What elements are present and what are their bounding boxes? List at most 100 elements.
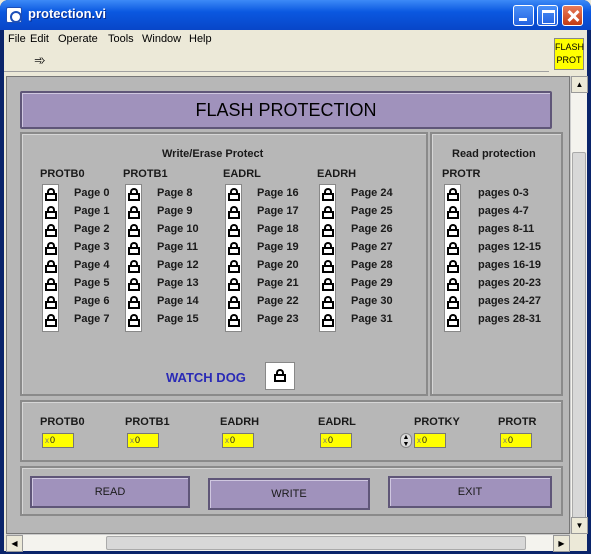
window: protection.vi File Edit Operate Tools Wi… bbox=[0, 0, 591, 554]
lock-icon[interactable] bbox=[322, 242, 334, 255]
close-button[interactable] bbox=[562, 5, 583, 26]
lock-icon[interactable] bbox=[128, 224, 140, 237]
lock-icon[interactable] bbox=[322, 314, 334, 327]
lock-icon[interactable] bbox=[128, 242, 140, 255]
scroll-down-icon[interactable]: ▼ bbox=[571, 517, 588, 534]
read-page-label: pages 4-7 bbox=[478, 205, 529, 217]
register-field-protr[interactable]: x0 bbox=[500, 433, 532, 448]
vertical-scroll-thumb[interactable] bbox=[572, 152, 586, 532]
register-field-protky[interactable]: x0 bbox=[414, 433, 446, 448]
page-label: Page 11 bbox=[157, 241, 198, 253]
register-label-protr: PROTR bbox=[498, 416, 537, 428]
lock-icon[interactable] bbox=[322, 224, 334, 237]
scroll-right-icon[interactable]: ▶ bbox=[553, 535, 570, 552]
title-bar: protection.vi bbox=[0, 0, 591, 30]
lock-icon[interactable] bbox=[274, 369, 286, 382]
menu-help[interactable]: Help bbox=[189, 33, 212, 45]
page-label: Page 2 bbox=[74, 223, 110, 235]
menu-tools[interactable]: Tools bbox=[108, 33, 134, 45]
maximize-button[interactable] bbox=[537, 5, 558, 26]
horizontal-scrollbar[interactable]: ◀ ▶ bbox=[6, 534, 570, 552]
scroll-left-icon[interactable]: ◀ bbox=[6, 535, 23, 552]
menu-window[interactable]: Window bbox=[142, 33, 181, 45]
lock-icon[interactable] bbox=[128, 260, 140, 273]
watchdog-lock-button[interactable] bbox=[265, 362, 295, 390]
page-label: Page 14 bbox=[157, 295, 199, 307]
register-field-eadrl[interactable]: x0 bbox=[320, 433, 352, 448]
column-header-protr: PROTR bbox=[442, 168, 481, 180]
page-label: Page 1 bbox=[74, 205, 110, 217]
page-label: Page 30 bbox=[351, 295, 393, 307]
lock-icon[interactable] bbox=[45, 224, 57, 237]
menu-operate[interactable]: Operate bbox=[58, 33, 98, 45]
write-erase-title: Write/Erase Protect bbox=[162, 148, 264, 160]
menu-file[interactable]: File bbox=[8, 33, 26, 45]
lock-icon[interactable] bbox=[128, 278, 140, 291]
page-label: Page 9 bbox=[157, 205, 193, 217]
register-label-eadrh: EADRH bbox=[220, 416, 260, 428]
minimize-button[interactable] bbox=[513, 5, 534, 26]
lock-icon[interactable] bbox=[447, 188, 459, 201]
lock-icon[interactable] bbox=[447, 224, 459, 237]
lock-column-protb0 bbox=[42, 184, 59, 332]
lock-icon[interactable] bbox=[447, 260, 459, 273]
lock-icon[interactable] bbox=[322, 260, 334, 273]
page-label: Page 0 bbox=[74, 187, 110, 199]
menu-bar: File Edit Operate Tools Window Help bbox=[4, 30, 549, 48]
page-title: FLASH PROTECTION bbox=[20, 91, 552, 129]
read-button[interactable]: READ bbox=[30, 476, 190, 508]
increment-decrement-icon[interactable]: ▲ ▼ bbox=[400, 433, 412, 448]
lock-icon[interactable] bbox=[228, 242, 240, 255]
lock-icon[interactable] bbox=[128, 296, 140, 309]
column-header-eadrl: EADRL bbox=[223, 168, 261, 180]
lock-icon[interactable] bbox=[45, 242, 57, 255]
lock-icon[interactable] bbox=[322, 206, 334, 219]
write-button[interactable]: WRITE bbox=[208, 478, 370, 510]
lock-icon[interactable] bbox=[447, 296, 459, 309]
watchdog-label: WATCH DOG bbox=[166, 370, 246, 385]
lock-icon[interactable] bbox=[128, 314, 140, 327]
lock-icon[interactable] bbox=[322, 296, 334, 309]
lock-icon[interactable] bbox=[45, 296, 57, 309]
page-label: Page 17 bbox=[257, 205, 299, 217]
register-panel: PROTB0 x0 PROTB1 x0 EADRH x0 EADRL x0 PROTKY ▲ ▼ x0… bbox=[20, 400, 563, 462]
hex-radix-icon: x bbox=[323, 436, 327, 445]
lock-icon[interactable] bbox=[228, 278, 240, 291]
register-field-eadrh[interactable]: x0 bbox=[222, 433, 254, 448]
lock-icon[interactable] bbox=[228, 206, 240, 219]
register-value: 0 bbox=[422, 435, 428, 445]
horizontal-scroll-thumb[interactable] bbox=[106, 536, 526, 550]
lock-icon[interactable] bbox=[45, 206, 57, 219]
run-arrow-icon[interactable]: ➾ bbox=[34, 52, 46, 69]
lock-icon[interactable] bbox=[45, 188, 57, 201]
lock-icon[interactable] bbox=[45, 314, 57, 327]
lock-icon[interactable] bbox=[228, 260, 240, 273]
lock-icon[interactable] bbox=[228, 188, 240, 201]
lock-column-protr bbox=[444, 184, 461, 332]
read-page-label: pages 12-15 bbox=[478, 241, 541, 253]
lock-icon[interactable] bbox=[45, 260, 57, 273]
register-field-protb1[interactable]: x0 bbox=[127, 433, 159, 448]
lock-icon[interactable] bbox=[128, 206, 140, 219]
lock-icon[interactable] bbox=[322, 188, 334, 201]
page-label: Page 23 bbox=[257, 313, 299, 325]
page-label: Page 15 bbox=[157, 313, 199, 325]
lock-icon[interactable] bbox=[228, 224, 240, 237]
scroll-up-icon[interactable]: ▲ bbox=[571, 76, 588, 93]
page-label: Page 29 bbox=[351, 277, 393, 289]
vi-icon-badge: FLASH PROT bbox=[554, 38, 584, 70]
lock-icon[interactable] bbox=[447, 314, 459, 327]
lock-icon[interactable] bbox=[447, 242, 459, 255]
lock-icon[interactable] bbox=[228, 296, 240, 309]
vertical-scrollbar[interactable]: ▲ ▼ bbox=[570, 76, 588, 534]
register-field-protb0[interactable]: x0 bbox=[42, 433, 74, 448]
exit-button[interactable]: EXIT bbox=[388, 476, 552, 508]
menu-edit[interactable]: Edit bbox=[30, 33, 49, 45]
lock-icon[interactable] bbox=[45, 278, 57, 291]
lock-icon[interactable] bbox=[322, 278, 334, 291]
lock-icon[interactable] bbox=[128, 188, 140, 201]
page-label: Page 10 bbox=[157, 223, 199, 235]
lock-icon[interactable] bbox=[447, 278, 459, 291]
lock-icon[interactable] bbox=[228, 314, 240, 327]
lock-icon[interactable] bbox=[447, 206, 459, 219]
